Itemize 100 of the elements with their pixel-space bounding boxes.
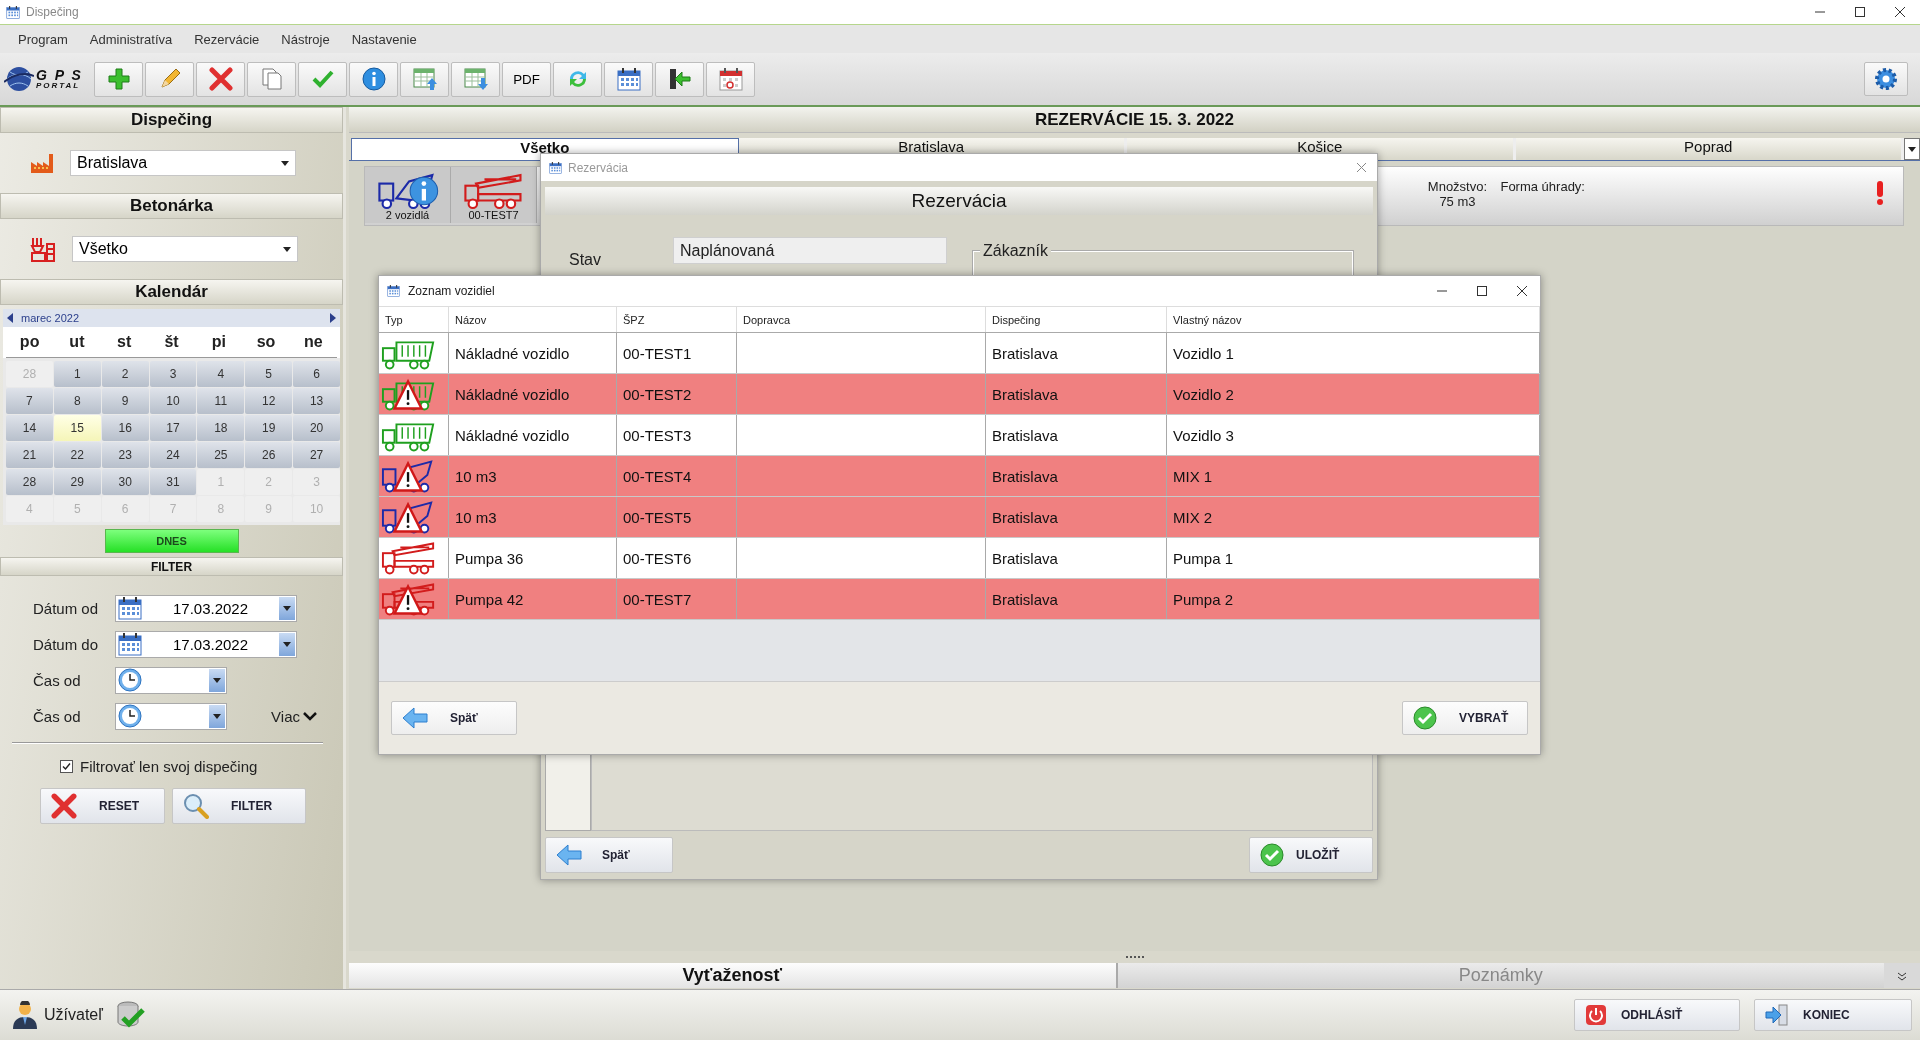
calendar-day[interactable]: 1 bbox=[53, 361, 101, 387]
maximize-icon bbox=[1854, 6, 1866, 18]
calendar-day[interactable]: 13 bbox=[293, 388, 340, 414]
column-header[interactable]: ŠPZ bbox=[617, 307, 737, 332]
back-button[interactable]: Späť bbox=[545, 837, 673, 873]
field-label: Čas od bbox=[33, 707, 82, 725]
exit-arrow-icon bbox=[1765, 1004, 1789, 1026]
status-field[interactable]: Naplánovaná bbox=[673, 237, 947, 264]
calendar-day[interactable]: 6 bbox=[293, 361, 340, 387]
calendar-day[interactable]: 9 bbox=[101, 388, 149, 414]
calendar-day[interactable]: 27 bbox=[293, 442, 340, 468]
calendar-day[interactable]: 11 bbox=[197, 388, 245, 414]
save-button[interactable]: ULOŽIŤ bbox=[1249, 837, 1373, 873]
menu-item[interactable]: Nastavenie bbox=[351, 31, 417, 47]
table-row[interactable]: 10 m3 00-TEST5 Bratislava MIX 2 bbox=[379, 497, 1540, 538]
table-row[interactable]: Nákladné vozidlo 00-TEST3 Bratislava Vozidlo 3 bbox=[379, 415, 1540, 456]
table-cell: 00-TEST7 bbox=[617, 579, 737, 619]
calendar-day[interactable]: 22 bbox=[53, 442, 101, 468]
time-field[interactable] bbox=[115, 702, 227, 730]
splitter-grip-icon bbox=[1125, 955, 1144, 959]
weekday-label: ne bbox=[303, 333, 324, 351]
tab[interactable]: Vyťaženosť bbox=[349, 963, 1118, 988]
today-button[interactable]: DNES bbox=[104, 529, 239, 553]
menu-item[interactable]: Nástroje bbox=[281, 31, 330, 47]
calendar-day[interactable]: 14 bbox=[6, 415, 53, 441]
panel-header: Betonárka bbox=[0, 193, 343, 219]
pump-icon bbox=[381, 541, 437, 575]
calendar-day[interactable]: 28 bbox=[6, 469, 53, 495]
left-arrow-icon bbox=[402, 707, 428, 729]
calendar-day[interactable]: 5 bbox=[245, 361, 293, 387]
menu-item[interactable]: Rezervácie bbox=[194, 31, 260, 47]
select-button[interactable]: VYBRAŤ bbox=[1402, 701, 1528, 735]
calendar-day[interactable]: 16 bbox=[101, 415, 149, 441]
reset-button[interactable]: RESET bbox=[40, 788, 165, 824]
calendar-day[interactable]: 29 bbox=[53, 469, 101, 495]
toolbar-button[interactable]: PDF bbox=[502, 61, 551, 97]
dispatch-dropdown[interactable]: Bratislava bbox=[70, 150, 296, 176]
menu-item[interactable]: Program bbox=[18, 31, 68, 47]
x-icon bbox=[51, 793, 77, 819]
date-field[interactable]: 17.03.2022 bbox=[115, 594, 297, 622]
back-button[interactable]: Späť bbox=[391, 701, 517, 735]
plant-dropdown[interactable]: Všetko bbox=[72, 236, 298, 262]
filter-button[interactable]: FILTER bbox=[172, 788, 306, 824]
double-chevron-icon bbox=[1897, 970, 1907, 981]
vehicle-tile[interactable]: 00-TEST7 bbox=[451, 167, 537, 223]
calendar-day[interactable]: 30 bbox=[101, 469, 149, 495]
exit-button[interactable]: KONIEC bbox=[1754, 999, 1912, 1031]
tab[interactable]: Poprad bbox=[1515, 138, 1904, 160]
pump-icon bbox=[462, 173, 525, 209]
settings-button[interactable] bbox=[1864, 62, 1908, 96]
toolbar-button[interactable] bbox=[349, 61, 398, 97]
calendar-day[interactable]: 18 bbox=[197, 415, 245, 441]
calendar-day[interactable]: 12 bbox=[245, 388, 293, 414]
table-row[interactable]: 10 m3 00-TEST4 Bratislava MIX 1 bbox=[379, 456, 1540, 497]
payment-label: Forma úhrady: bbox=[1500, 178, 1585, 194]
checkbox[interactable] bbox=[60, 759, 73, 773]
table-row[interactable]: Pumpa 36 00-TEST6 Bratislava Pumpa 1 bbox=[379, 538, 1540, 579]
column-header[interactable]: Názov bbox=[449, 307, 617, 332]
table-cell: Nákladné vozidlo bbox=[449, 333, 617, 373]
calendar-day[interactable]: 4 bbox=[197, 361, 245, 387]
panel-header: Kalendár bbox=[0, 279, 343, 305]
table-row[interactable]: Pumpa 42 00-TEST7 Bratislava Pumpa 2 bbox=[379, 579, 1540, 620]
vehicle-tile[interactable]: 2 vozidlá bbox=[365, 167, 451, 223]
calendar-day[interactable]: 2 bbox=[101, 361, 149, 387]
field-label: Stav bbox=[569, 250, 602, 269]
calendar-day[interactable]: 7 bbox=[6, 388, 53, 414]
column-header[interactable]: Dopravca bbox=[737, 307, 986, 332]
calendar-day[interactable]: 19 bbox=[245, 415, 293, 441]
pdf-icon: PDF bbox=[513, 71, 540, 87]
table-row[interactable]: Nákladné vozidlo 00-TEST2 Bratislava Vozidlo 2 bbox=[379, 374, 1540, 415]
calendar-day[interactable]: 26 bbox=[245, 442, 293, 468]
search-icon bbox=[183, 793, 209, 819]
column-header[interactable]: Typ bbox=[379, 307, 449, 332]
calendar-day[interactable]: 23 bbox=[101, 442, 149, 468]
calendar-day[interactable]: 10 bbox=[149, 388, 197, 414]
time-field[interactable] bbox=[115, 666, 227, 694]
date-field[interactable]: 17.03.2022 bbox=[115, 630, 297, 658]
table-cell: MIX 2 bbox=[1167, 497, 1540, 537]
calendar-day[interactable]: 17 bbox=[149, 415, 197, 441]
calendar-day[interactable]: 8 bbox=[53, 388, 101, 414]
toolbar-button[interactable] bbox=[655, 61, 704, 97]
panel-header: FILTER bbox=[0, 557, 343, 576]
checkbox-label: Filtrovať len svoj dispečing bbox=[80, 757, 258, 775]
more-link[interactable]: Viac bbox=[271, 707, 317, 725]
calendar-day[interactable]: 21 bbox=[6, 442, 53, 468]
column-header[interactable]: Dispečing bbox=[986, 307, 1167, 332]
table-cell: Pumpa 1 bbox=[1167, 538, 1540, 578]
calendar-day[interactable]: 20 bbox=[293, 415, 340, 441]
database-check-icon bbox=[114, 1000, 145, 1030]
calendar-day[interactable]: 3 bbox=[149, 361, 197, 387]
calendar-day[interactable]: 31 bbox=[149, 469, 197, 495]
menu-item[interactable]: Administratíva bbox=[89, 31, 173, 47]
calendar-day[interactable]: 15 bbox=[53, 415, 101, 441]
app-icon bbox=[387, 285, 400, 297]
tab-dropdown-icon[interactable] bbox=[1904, 138, 1920, 160]
calendar-day[interactable]: 25 bbox=[197, 442, 245, 468]
column-header[interactable]: Vlastný názov bbox=[1167, 307, 1540, 332]
table-row[interactable]: Nákladné vozidlo 00-TEST1 Bratislava Vozidlo 1 bbox=[379, 333, 1540, 374]
logout-button[interactable]: ODHLÁSIŤ bbox=[1574, 999, 1740, 1031]
calendar-day[interactable]: 24 bbox=[149, 442, 197, 468]
